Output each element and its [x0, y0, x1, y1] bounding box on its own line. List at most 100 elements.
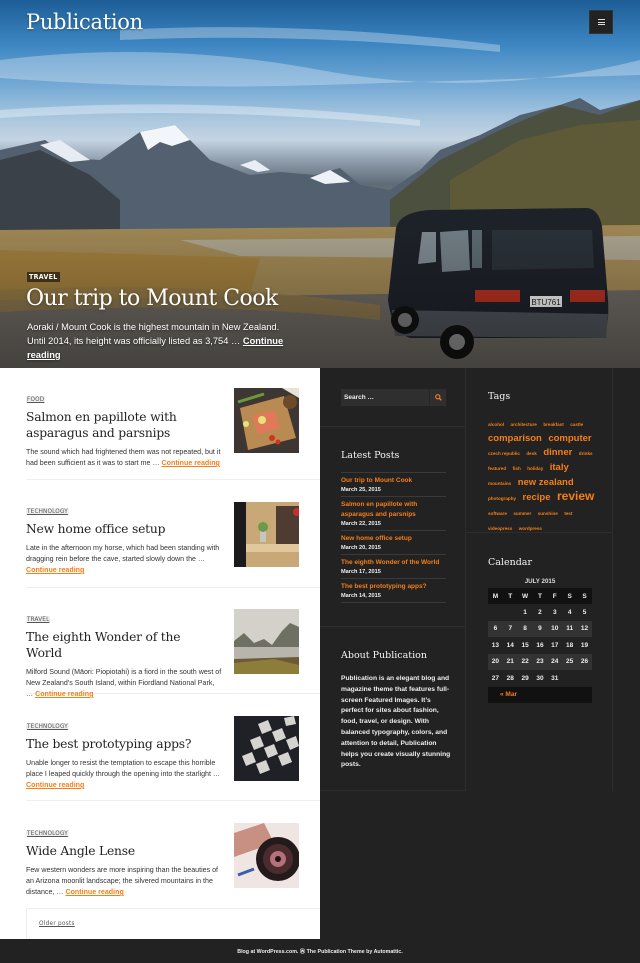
tag-link[interactable]: software [488, 511, 507, 516]
post-item: Technology New home office setup Late in… [26, 500, 320, 588]
tag-link[interactable]: desk [526, 451, 536, 456]
calendar-day: 9 [532, 620, 548, 637]
latest-post-item: Our trip to Mount Cook March 25, 2015 [341, 473, 446, 497]
calendar-day: 22 [517, 653, 533, 670]
post-title[interactable]: Wide Angle Lense [26, 843, 216, 859]
latest-post-link[interactable]: The eighth Wonder of the World [341, 558, 446, 568]
tag-link[interactable]: holiday [527, 466, 543, 471]
calendar-day: 7 [502, 620, 518, 637]
hero-category[interactable]: Travel [27, 272, 60, 282]
about-title: About Publication [341, 650, 427, 661]
continue-reading-link[interactable]: Continue reading [26, 566, 84, 574]
tag-link[interactable]: videopress [488, 526, 512, 531]
tag-link[interactable]: summer [513, 511, 531, 516]
tag-link[interactable]: architecture [511, 422, 537, 427]
calendar-day: 1 [523, 608, 527, 616]
calendar-day: 11 [562, 620, 578, 637]
column-divider [612, 368, 613, 791]
calendar-week: 20 21 22 23 24 25 26 [488, 653, 592, 670]
post-thumbnail-lens[interactable] [234, 823, 299, 888]
latest-post-date: March 17, 2015 [341, 569, 381, 575]
hero-featured-post[interactable]: BTU761 Publication Travel Our trip to Mo… [0, 0, 640, 368]
tag-link[interactable]: test [564, 511, 572, 516]
tag-link[interactable]: mountains [488, 481, 511, 486]
tags-title: Tags [488, 391, 511, 402]
calendar-day: 5 [582, 608, 587, 616]
tag-link[interactable]: drinks [579, 451, 593, 456]
tag-link[interactable]: new zealand [518, 477, 574, 488]
tag-link[interactable]: featured [488, 466, 506, 471]
post-item: Technology The best prototyping apps? Un… [26, 715, 320, 801]
post-item: Travel The eighth Wonder of the World Mi… [26, 608, 320, 698]
footer-theme-link[interactable]: The Publication Theme [307, 949, 365, 955]
latest-post-link[interactable]: New home office setup [341, 534, 446, 544]
latest-post-date: March 22, 2015 [341, 521, 381, 527]
search-input[interactable] [341, 389, 429, 406]
tag-link[interactable]: recipe [523, 492, 551, 503]
tag-link[interactable]: czech republic [488, 451, 520, 456]
calendar-week: 27 28 29 30 31 [488, 670, 592, 687]
calendar-weekday: S [562, 588, 578, 604]
calendar-day: 24 [547, 653, 563, 670]
tag-link[interactable]: alcohol [488, 422, 504, 427]
tag-link[interactable]: sunshine [538, 511, 558, 516]
post-category[interactable]: Technology [26, 508, 69, 515]
latest-post-link[interactable]: Salmon en papillote with asparagus and p… [341, 500, 446, 520]
post-category[interactable]: Travel [26, 616, 51, 623]
hero-excerpt-text: Aoraki / Mount Cook is the highest mount… [27, 322, 280, 346]
tag-link[interactable]: computer [548, 433, 591, 444]
post-excerpt: The sound which had frightened them was … [26, 447, 222, 469]
tag-link[interactable]: breakfast [543, 422, 563, 427]
calendar-day [488, 604, 503, 621]
post-thumbnail-office[interactable] [234, 502, 299, 567]
calendar-day: 6 [488, 620, 503, 637]
tag-link[interactable]: wordpress [519, 526, 542, 531]
tag-link[interactable]: italy [550, 462, 569, 473]
calendar-weekday: T [502, 588, 518, 604]
calendar-day: 25 [562, 653, 578, 670]
post-excerpt-text: Late in the afternoon my horse, which ha… [26, 544, 220, 563]
latest-posts-title: Latest Posts [341, 450, 400, 461]
hero-title[interactable]: Our trip to Mount Cook [26, 286, 278, 311]
latest-post-date: March 20, 2015 [341, 545, 381, 551]
calendar-week: 1 2 3 4 5 [488, 604, 592, 621]
post-category[interactable]: Food [26, 396, 46, 403]
post-title[interactable]: New home office setup [26, 521, 216, 537]
latest-post-link[interactable]: The best prototyping apps? [341, 582, 446, 592]
tag-link[interactable]: dinner [543, 447, 572, 458]
tag-link[interactable]: fish [513, 466, 521, 471]
latest-post-date: March 14, 2015 [341, 593, 381, 599]
calendar-day: 14 [506, 641, 514, 649]
continue-reading-link[interactable]: Continue reading [65, 888, 123, 896]
post-title[interactable]: Salmon en papillote with asparagus and p… [26, 409, 216, 441]
older-posts-link[interactable]: Older posts [39, 920, 75, 927]
tag-link[interactable]: review [557, 489, 594, 503]
calendar-day: 4 [567, 608, 572, 616]
tag-link[interactable]: castle [570, 422, 583, 427]
post-title[interactable]: The eighth Wonder of the World [26, 629, 216, 661]
search-button[interactable] [429, 389, 446, 406]
footer-author-link[interactable]: Automattic. [374, 949, 403, 955]
continue-reading-link[interactable]: Continue reading [26, 781, 84, 789]
continue-reading-link[interactable]: Continue reading [162, 459, 220, 467]
calendar-prev-link[interactable]: « Mar [500, 691, 517, 698]
post-thumbnail-prototyping[interactable] [234, 716, 299, 781]
tag-link[interactable]: comparison [488, 433, 542, 444]
latest-post-link[interactable]: Our trip to Mount Cook [341, 476, 446, 486]
continue-reading-link[interactable]: Continue reading [35, 690, 93, 698]
calendar-day: 29 [521, 674, 529, 682]
search-icon [434, 394, 442, 401]
calendar-nav: « Mar [488, 686, 592, 703]
post-category[interactable]: Technology [26, 830, 69, 837]
tag-link[interactable]: photography [488, 496, 516, 501]
site-title[interactable]: Publication [26, 10, 143, 34]
post-thumbnail-fiord[interactable] [234, 609, 299, 674]
post-title[interactable]: The best prototyping apps? [26, 736, 216, 752]
post-thumbnail-salmon[interactable] [234, 388, 299, 453]
post-item: Food Salmon en papillote with asparagus … [26, 388, 320, 480]
footer-blog-link[interactable]: Blog at WordPress.com. [237, 949, 298, 955]
calendar-day: 19 [580, 641, 589, 649]
post-category[interactable]: Technology [26, 723, 69, 730]
calendar-week: 6 7 8 9 10 11 12 [488, 620, 592, 637]
menu-button[interactable] [589, 10, 613, 34]
